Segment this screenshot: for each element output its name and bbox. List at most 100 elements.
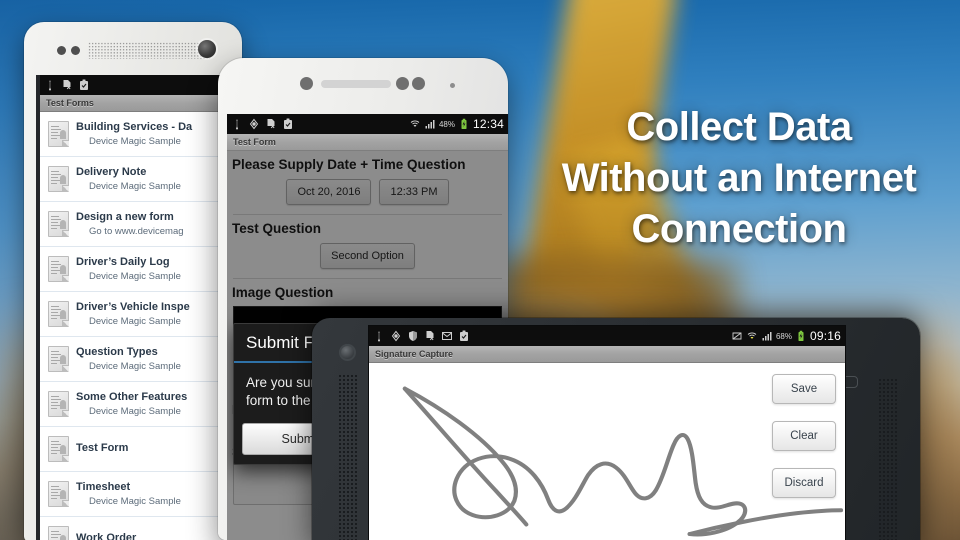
clock-label: 09:16 [809,329,841,343]
form-subtitle: Device Magic Sample [89,270,181,282]
document-icon [48,301,69,327]
clear-button[interactable]: Clear [772,421,836,451]
phone-left-screen: Test Forms Building Services - Da Device … [36,75,242,540]
phone-center-title: Test Form [233,137,276,147]
document-error-icon [265,118,277,130]
notification-led-icon [450,83,455,88]
form-title: Question Types [76,345,158,358]
choice-option-button[interactable]: Second Option [320,243,415,269]
form-subtitle: Device Magic Sample [89,135,181,147]
form-title: Timesheet [76,480,131,493]
usb-icon [231,118,243,130]
phone-left-title-bar: Test Forms [40,95,242,112]
earpiece-speaker-icon [88,42,210,59]
headline-line-3: Connection [631,207,847,251]
document-icon [48,166,69,192]
form-subtitle: Device Magic Sample [89,360,181,372]
usb-icon [44,79,56,91]
datetime-row: Oct 20, 2016 12:33 PM [227,174,508,214]
front-camera-icon [339,344,356,361]
document-icon [48,481,69,507]
form-title: Building Services - Da [76,120,193,133]
document-icon [48,391,69,417]
form-subtitle: Device Magic Sample [89,315,181,327]
signature-button-group: Save Clear Discard [772,374,836,498]
time-picker-button[interactable]: 12:33 PM [379,179,449,205]
form-title: Work Order [76,532,137,540]
light-sensor-icon [71,46,80,55]
form-subtitle: Go to www.devicemag [89,225,184,237]
clipboard-check-icon [458,330,470,342]
usb-icon [373,330,385,342]
form-title: Test Form [76,442,129,454]
question-label-datetime: Please Supply Date + Time Question [232,157,466,172]
mail-icon [441,330,453,342]
wifi-icon [746,330,758,342]
form-list-item[interactable]: Design a new form Go to www.devicemag [40,202,242,247]
form-title: Design a new form [76,210,174,223]
battery-charging-icon [458,118,470,130]
form-list-item[interactable]: Timesheet Device Magic Sample [40,472,242,517]
gps-icon [390,330,402,342]
form-subtitle: Device Magic Sample [89,405,181,417]
document-error-icon [424,330,436,342]
document-icon [48,256,69,282]
home-button-icon[interactable] [844,376,858,388]
form-list-item[interactable]: Some Other Features Device Magic Sample [40,382,242,427]
choice-row: Second Option [227,238,508,278]
phone-left-title: Test Forms [46,98,94,108]
shield-icon [407,330,419,342]
form-list-item[interactable]: Question Types Device Magic Sample [40,337,242,382]
wifi-icon [409,118,421,130]
phone-left-bezel [24,22,242,75]
form-subtitle: Device Magic Sample [89,180,181,192]
forms-list[interactable]: Building Services - Da Device Magic Sampl… [40,112,242,540]
front-camera-icon [300,77,313,90]
battery-charging-icon [795,330,807,342]
question-label-image: Image Question [232,285,334,300]
device-phone-left: Test Forms Building Services - Da Device … [24,22,242,540]
clock-label: 12:34 [472,117,504,131]
earpiece-speaker-icon [321,80,391,88]
gps-icon [248,118,260,130]
device-tablet: 68% 09:16 Signature Capture Save Clear D… [312,318,920,540]
proximity-sensor-icon [396,77,409,90]
battery-percent-label: 48% [438,119,455,129]
clipboard-check-icon [78,79,90,91]
document-error-icon [61,79,73,91]
form-title: Driver’s Daily Log [76,255,170,268]
headline-line-2: Without an Internet [561,156,917,200]
document-icon [48,526,69,540]
document-icon [48,346,69,372]
tablet-screen: 68% 09:16 Signature Capture Save Clear D… [368,325,846,540]
front-camera-icon [198,40,216,58]
form-title: Driver’s Vehicle Inspe [76,300,190,313]
discard-button[interactable]: Discard [772,468,836,498]
status-bar-tablet: 68% 09:16 [369,326,845,346]
light-sensor-icon [412,77,425,90]
form-list-item[interactable]: Driver’s Vehicle Inspe Device Magic Sampl… [40,292,242,337]
question-label-test: Test Question [232,221,322,236]
no-sim-icon [731,330,743,342]
status-bar-left-phone [40,75,242,95]
status-bar-center-phone: 48% 12:34 [227,114,508,134]
signal-bars-icon [761,330,773,342]
form-subtitle: Device Magic Sample [89,495,181,507]
clipboard-check-icon [282,118,294,130]
battery-percent-label: 68% [775,331,792,341]
document-icon [48,436,69,462]
save-button[interactable]: Save [772,374,836,404]
form-list-item[interactable]: Test Form [40,427,242,472]
form-list-item[interactable]: Building Services - Da Device Magic Sampl… [40,112,242,157]
form-list-item[interactable]: Driver’s Daily Log Device Magic Sample [40,247,242,292]
date-picker-button[interactable]: Oct 20, 2016 [286,179,372,205]
form-title: Delivery Note [76,165,147,178]
form-list-item[interactable]: Delivery Note Device Magic Sample [40,157,242,202]
proximity-sensor-icon [57,46,66,55]
document-icon [48,121,69,147]
tablet-title: Signature Capture [375,349,454,359]
headline-line-1: Collect Data [626,105,852,149]
marketing-headline: Collect Data Without an Internet Connect… [524,102,954,255]
speaker-grill-right [878,378,898,540]
form-list-item[interactable]: Work Order [40,517,242,540]
